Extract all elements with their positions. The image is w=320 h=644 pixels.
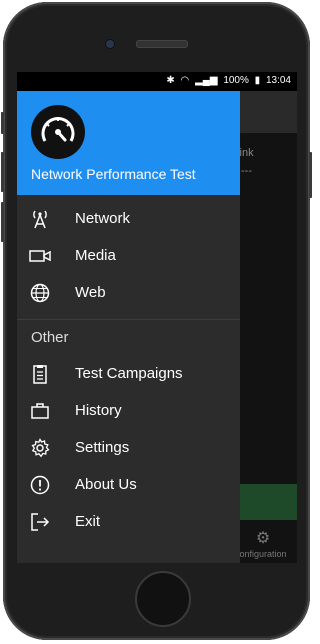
menu-item-label: History xyxy=(75,402,122,419)
app-title: Network Performance Test xyxy=(31,166,196,182)
power-button xyxy=(309,152,312,198)
menu-item-label: Exit xyxy=(75,513,101,530)
navigation-drawer: Network Performance Test Network Media W… xyxy=(17,91,240,563)
speedometer-icon xyxy=(31,105,85,159)
battery-percent: 100% xyxy=(223,75,249,86)
menu-item-label: Test Campaigns xyxy=(75,365,183,382)
gear-icon xyxy=(31,438,50,458)
menu-item-label: About Us xyxy=(75,476,137,493)
screen: ✱ ◠ ▂▄▆ 100% ▮ 13:04 plink --- ⚙ onfigur… xyxy=(17,72,297,563)
home-button[interactable] xyxy=(135,571,191,627)
configuration-label: onfiguration xyxy=(239,549,287,559)
menu-item-web[interactable]: Web xyxy=(17,275,240,312)
menu-item-settings[interactable]: Settings xyxy=(17,430,240,467)
menu-item-history[interactable]: History xyxy=(17,393,240,430)
clock: 13:04 xyxy=(265,75,291,86)
signal-icon: ▂▄▆ xyxy=(195,75,218,86)
earpiece-speaker xyxy=(136,40,188,48)
drawer-header: Network Performance Test xyxy=(17,91,240,195)
menu-item-media[interactable]: Media xyxy=(17,238,240,275)
menu-item-label: Network xyxy=(75,210,131,227)
menu-item-about-us[interactable]: About Us xyxy=(17,467,240,504)
video-camera-icon xyxy=(29,250,51,262)
exit-icon xyxy=(31,513,50,531)
menu-item-network[interactable]: Network xyxy=(17,201,240,238)
bluetooth-icon: ✱ xyxy=(166,75,175,86)
menu-item-exit[interactable]: Exit xyxy=(17,504,240,541)
clipboard-icon xyxy=(33,365,47,384)
mute-switch xyxy=(1,112,4,134)
menu-item-label: Settings xyxy=(75,439,130,456)
divider xyxy=(17,319,240,320)
uplink-value: --- xyxy=(241,165,252,177)
menu-item-test-campaigns[interactable]: Test Campaigns xyxy=(17,356,240,393)
info-icon xyxy=(30,475,50,495)
briefcase-icon xyxy=(31,403,49,419)
section-title-other: Other xyxy=(31,329,69,346)
volume-down-button xyxy=(1,202,4,242)
volume-up-button xyxy=(1,152,4,192)
globe-icon xyxy=(30,283,50,303)
menu-item-label: Media xyxy=(75,247,116,264)
battery-icon: ▮ xyxy=(254,75,261,86)
menu-item-label: Web xyxy=(75,284,106,301)
front-camera xyxy=(105,39,115,49)
wifi-icon: ◠ xyxy=(180,75,190,86)
status-bar: ✱ ◠ ▂▄▆ 100% ▮ 13:04 xyxy=(17,72,297,91)
antenna-icon xyxy=(33,210,47,229)
